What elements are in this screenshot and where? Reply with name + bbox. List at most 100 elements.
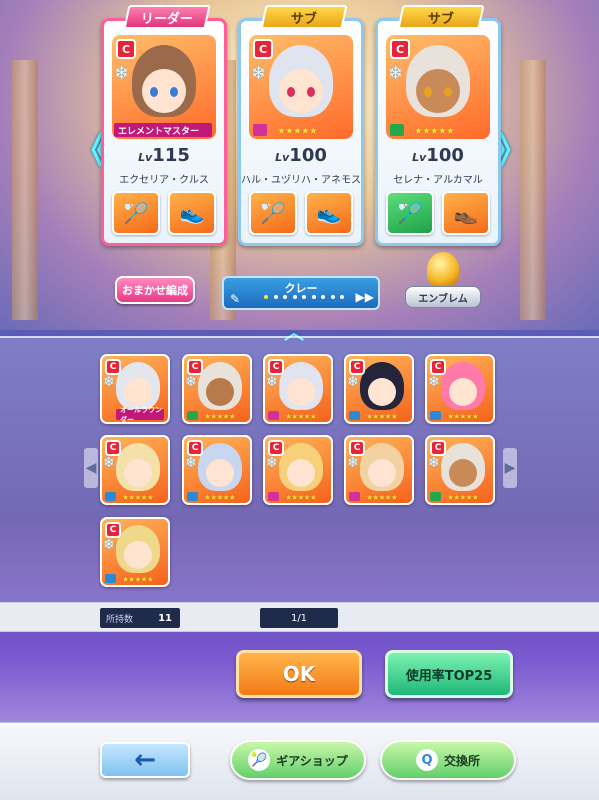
usage-top25-button[interactable]: 使用率TOP25 [385,650,513,698]
racket-gear-slot[interactable]: 🏸 [249,191,297,235]
character-name: セレナ・アルカマル [393,175,483,186]
roster-prev-arrow[interactable]: ◀ [84,448,98,488]
team-selector[interactable]: クレー ✎ ▶▶ [222,276,380,310]
exchange-button[interactable]: Q 交換所 [380,740,516,780]
snowflake-icon: ❄ [347,374,359,390]
star-rating: ★★★★★ [122,575,154,584]
shoes-gear-slot[interactable]: 👟 [305,191,353,235]
snowflake-icon: ❄ [266,374,278,390]
rarity-badge: C [187,440,203,456]
roster-character[interactable]: C ❄ ★★★★★ [344,354,414,424]
owned-count: 所持数 11 [100,608,180,628]
rarity-badge: C [430,440,446,456]
lineup-prev-arrow[interactable]: 《 [73,128,109,172]
role-chip [105,574,116,583]
snowflake-icon: ❄ [347,455,359,471]
rarity-badge: C [116,39,136,59]
star-rating: ★★★★★ [366,412,398,421]
lineup-card-sub-2[interactable]: サブ C ❄ ★★★★★ Lv100 セレナ・アルカマル 🏸 👞 [375,5,501,246]
edit-pen-icon[interactable]: ✎ [230,292,240,306]
emblem-button[interactable]: エンブレム [405,252,481,310]
roster-character[interactable]: C ❄ ★★★★★ [182,435,252,505]
lineup-card-leader[interactable]: リーダー C ❄ エレメントマスター Lv115 エクセリア・クルス 🏸 👟 [101,5,227,246]
leader-tag: リーダー [123,5,211,29]
rarity-badge: C [187,359,203,375]
racket-gear-slot[interactable]: 🏸 [386,191,434,235]
character-name: ハル・ユヅリハ・アネモス [241,175,361,186]
character-name: エクセリア・クルス [119,175,209,186]
role-chip [349,492,360,501]
roster-character[interactable]: C ❄ オールラウンダー [100,354,170,424]
role-chip [430,411,441,420]
snowflake-icon: ❄ [428,455,440,471]
rarity-badge: C [349,359,365,375]
gear-shop-label: ギアショップ [276,753,348,768]
emblem-label: エンブレム [405,286,481,308]
character-level: Lv100 [275,145,327,166]
roster-character[interactable]: C ❄ ★★★★★ [425,354,495,424]
rarity-badge: C [105,440,121,456]
snowflake-icon: ❄ [185,374,197,390]
snowflake-icon: ❄ [266,455,278,471]
snowflake-icon: ❄ [103,537,115,553]
racket-icon: 🎾 [248,749,271,771]
character-level: Lv100 [412,145,464,166]
rarity-badge: C [349,440,365,456]
shoes-gear-slot[interactable]: 👟 [168,191,216,235]
skip-forward-icon[interactable]: ▶▶ [356,290,374,304]
background-pillar [12,60,38,320]
roster-next-arrow[interactable]: ▶ [503,448,517,488]
rarity-badge: C [268,440,284,456]
snowflake-icon: ❄ [428,374,440,390]
role-chip [268,492,279,501]
roster-character[interactable]: C ❄ ★★★★★ [100,517,170,587]
role-chip [105,492,116,501]
trophy-icon [427,252,459,286]
roster-character[interactable]: C ❄ ★★★★★ [263,354,333,424]
role-chip [390,124,404,136]
role-chip [253,124,267,136]
role-chip [349,411,360,420]
rarity-badge: C [105,522,121,538]
star-rating: ★★★★★ [277,126,318,137]
snowflake-icon: ❄ [185,455,197,471]
roster-character[interactable]: C ❄ ★★★★★ [100,435,170,505]
snowflake-icon: ❄ [103,374,115,390]
snowflake-icon: ❄ [251,63,267,84]
lineup-card-sub-1[interactable]: サブ C ❄ ★★★★★ Lv100 ハル・ユヅリハ・アネモス 🏸 👟 [238,5,364,246]
role-chip [187,411,198,420]
back-arrow-icon: ← [134,745,156,775]
page-indicator: 1/1 [260,608,338,628]
exchange-label: 交換所 [443,753,480,768]
roster-character[interactable]: C ❄ ★★★★★ [425,435,495,505]
skill-banner: オールラウンダー [116,406,164,422]
role-chip [187,492,198,501]
star-rating: ★★★★★ [447,412,479,421]
ok-button[interactable]: OK [236,650,362,698]
sub-tag: サブ [397,5,485,29]
lineup-next-arrow[interactable]: 》 [493,128,529,172]
character-level: Lv115 [138,145,190,166]
team-page-dots [264,295,344,299]
sub-tag: サブ [260,5,348,29]
character-portrait: C ❄ ★★★★★ [386,35,490,139]
rarity-badge: C [253,39,273,59]
back-button[interactable]: ← [100,742,190,778]
role-chip [430,492,441,501]
roster-character[interactable]: C ❄ ★★★★★ [182,354,252,424]
roster-character[interactable]: C ❄ ★★★★★ [344,435,414,505]
gear-shop-button[interactable]: 🎾 ギアショップ [230,740,366,780]
star-rating: ★★★★★ [366,493,398,502]
star-rating: ★★★★★ [285,412,317,421]
racket-gear-slot[interactable]: 🏸 [112,191,160,235]
roster-counter-bar: 所持数 11 1/1 [0,602,599,632]
exchange-icon: Q [415,749,438,771]
star-rating: ★★★★★ [204,493,236,502]
shoes-gear-slot[interactable]: 👞 [442,191,490,235]
roster-character[interactable]: C ❄ ★★★★★ [263,435,333,505]
snowflake-icon: ❄ [103,455,115,471]
auto-formation-button[interactable]: おまかせ編成 [115,276,195,304]
snowflake-icon: ❄ [114,63,130,84]
character-portrait: C ❄ エレメントマスター [112,35,216,139]
star-rating: ★★★★★ [285,493,317,502]
